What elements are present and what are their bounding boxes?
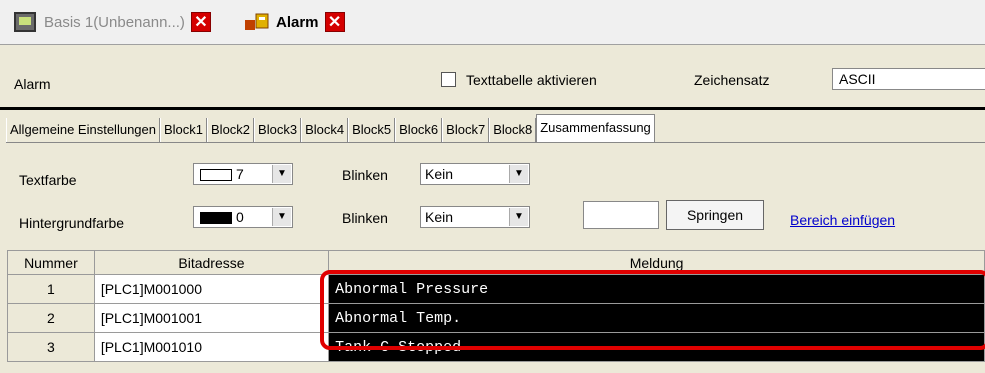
document-tabbar: Basis 1(Unbenann...) ✕ Alarm ✕ xyxy=(0,0,985,45)
tab-block1[interactable]: Block1 xyxy=(159,118,208,142)
blink-select-2[interactable]: Kein ▼ xyxy=(420,206,530,228)
column-header-bitadresse[interactable]: Bitadresse xyxy=(93,250,330,275)
color-swatch-white xyxy=(200,169,232,181)
charset-label: Zeichensatz xyxy=(694,72,770,88)
monitor-icon xyxy=(14,12,36,32)
doc-tab-basis-label: Basis 1(Unbenann...) xyxy=(44,13,185,31)
close-icon[interactable]: ✕ xyxy=(324,12,345,32)
alarm-icon xyxy=(245,13,269,30)
highlight-annotation xyxy=(320,270,985,350)
bit-address-cell[interactable]: [PLC1]M001001 xyxy=(93,303,330,333)
charset-input[interactable]: ASCII xyxy=(832,68,985,90)
doc-tab-basis[interactable]: Basis 1(Unbenann...) ✕ xyxy=(14,0,211,44)
tab-block6[interactable]: Block6 xyxy=(395,118,443,142)
row-number: 3 xyxy=(7,332,95,362)
bit-address-cell[interactable]: [PLC1]M001000 xyxy=(93,274,330,304)
bit-address-cell[interactable]: [PLC1]M001010 xyxy=(93,332,330,362)
doc-tab-alarm[interactable]: Alarm ✕ xyxy=(236,0,345,44)
blink-label: Blinken xyxy=(342,167,388,183)
tab-block8[interactable]: Block8 xyxy=(489,118,537,142)
bg-color-label: Hintergrundfarbe xyxy=(19,215,125,231)
tab-allgemeine[interactable]: Allgemeine Einstellungen xyxy=(6,118,160,142)
tab-block7[interactable]: Block7 xyxy=(442,118,490,142)
insert-range-link[interactable]: Bereich einfügen xyxy=(790,212,895,228)
chevron-down-icon[interactable]: ▼ xyxy=(509,208,528,226)
text-color-value: 7 xyxy=(236,166,244,182)
bg-color-value: 0 xyxy=(236,209,244,225)
chevron-down-icon[interactable]: ▼ xyxy=(272,208,291,226)
color-swatch-black xyxy=(200,212,232,224)
tab-block3[interactable]: Block3 xyxy=(254,118,302,142)
blink-value-2: Kein xyxy=(425,209,454,225)
bg-color-select[interactable]: 0 ▼ xyxy=(193,206,293,228)
texttabelle-label: Texttabelle aktivieren xyxy=(466,72,597,88)
tab-block2[interactable]: Block2 xyxy=(207,118,255,142)
text-color-select[interactable]: 7 ▼ xyxy=(193,163,293,185)
divider xyxy=(0,107,985,110)
close-icon[interactable]: ✕ xyxy=(190,12,211,32)
column-header-nummer[interactable]: Nummer xyxy=(7,250,95,275)
jump-button[interactable]: Springen xyxy=(666,200,764,230)
blink-value-1: Kein xyxy=(425,166,454,182)
blink-label: Blinken xyxy=(342,210,388,226)
doc-tab-alarm-label: Alarm xyxy=(276,13,319,31)
blink-select-1[interactable]: Kein ▼ xyxy=(420,163,530,185)
text-color-label: Textfarbe xyxy=(19,172,77,188)
texttabelle-checkbox[interactable] xyxy=(441,72,456,87)
row-number: 2 xyxy=(7,303,95,333)
row-number: 1 xyxy=(7,274,95,304)
jump-input[interactable] xyxy=(583,201,659,229)
tab-block4[interactable]: Block4 xyxy=(301,118,349,142)
tab-block5[interactable]: Block5 xyxy=(348,118,396,142)
chevron-down-icon[interactable]: ▼ xyxy=(272,165,291,183)
chevron-down-icon[interactable]: ▼ xyxy=(509,165,528,183)
tab-zusammenfassung[interactable]: Zusammenfassung xyxy=(536,114,655,143)
block-tabstrip: Allgemeine Einstellungen Block1 Block2 B… xyxy=(6,114,655,143)
page-title: Alarm xyxy=(14,76,51,92)
